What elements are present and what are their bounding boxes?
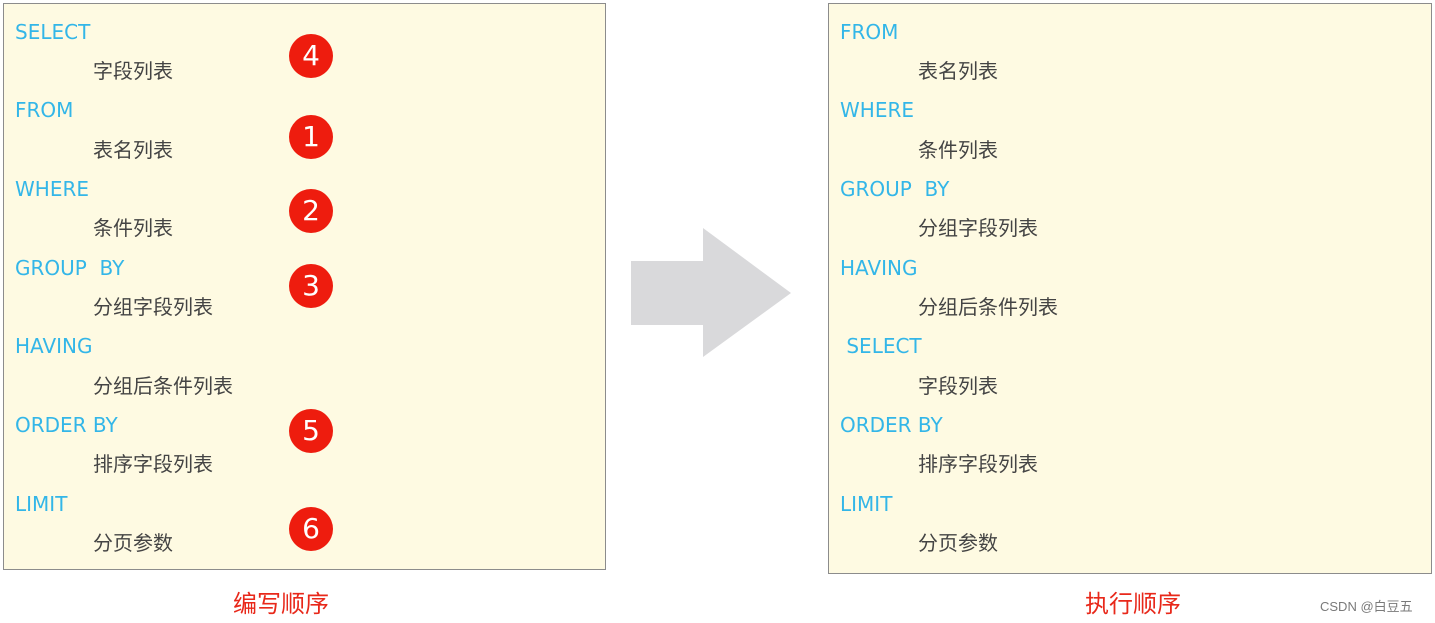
arg-condition-list: 条件列表: [93, 216, 173, 240]
arg-paging-params: 分页参数: [918, 531, 998, 555]
keyword-order-by: ORDER BY: [840, 413, 943, 437]
arg-having-condition-list: 分组后条件列表: [93, 374, 233, 398]
step-badge-5: 5: [289, 409, 333, 453]
keyword-group-by: GROUP BY: [840, 177, 950, 201]
keyword-limit: LIMIT: [15, 492, 68, 516]
execution-order-box: FROM 表名列表 WHERE 条件列表 GROUP BY 分组字段列表 HAV…: [828, 3, 1432, 574]
step-badge-3: 3: [289, 264, 333, 308]
arg-paging-params: 分页参数: [93, 531, 173, 555]
watermark: CSDN @白豆五: [1320, 599, 1413, 614]
execution-order-caption: 执行顺序: [1085, 590, 1181, 618]
right-arrow-icon: [631, 228, 791, 357]
keyword-group-by: GROUP BY: [15, 256, 125, 280]
keyword-where: WHERE: [15, 177, 89, 201]
arg-field-list: 字段列表: [918, 374, 998, 398]
arg-group-field-list: 分组字段列表: [93, 295, 213, 319]
keyword-select: SELECT: [840, 334, 922, 358]
arg-sort-field-list: 排序字段列表: [93, 452, 213, 476]
step-badge-2: 2: [289, 189, 333, 233]
writing-order-caption: 编写顺序: [233, 590, 329, 618]
writing-order-box: SELECT 字段列表 4 FROM 表名列表 1 WHERE 条件列表 2 G…: [3, 3, 606, 570]
keyword-having: HAVING: [840, 256, 918, 280]
arg-group-field-list: 分组字段列表: [918, 216, 1038, 240]
arg-having-condition-list: 分组后条件列表: [918, 295, 1058, 319]
arg-table-list: 表名列表: [918, 59, 998, 83]
step-badge-4: 4: [289, 34, 333, 78]
keyword-having: HAVING: [15, 334, 93, 358]
keyword-limit: LIMIT: [840, 492, 893, 516]
keyword-from: FROM: [840, 20, 899, 44]
arg-condition-list: 条件列表: [918, 138, 998, 162]
arg-field-list: 字段列表: [93, 59, 173, 83]
keyword-where: WHERE: [840, 98, 914, 122]
keyword-from: FROM: [15, 98, 74, 122]
keyword-select: SELECT: [15, 20, 91, 44]
step-badge-1: 1: [289, 115, 333, 159]
arg-sort-field-list: 排序字段列表: [918, 452, 1038, 476]
arg-table-list: 表名列表: [93, 138, 173, 162]
keyword-order-by: ORDER BY: [15, 413, 118, 437]
step-badge-6: 6: [289, 507, 333, 551]
